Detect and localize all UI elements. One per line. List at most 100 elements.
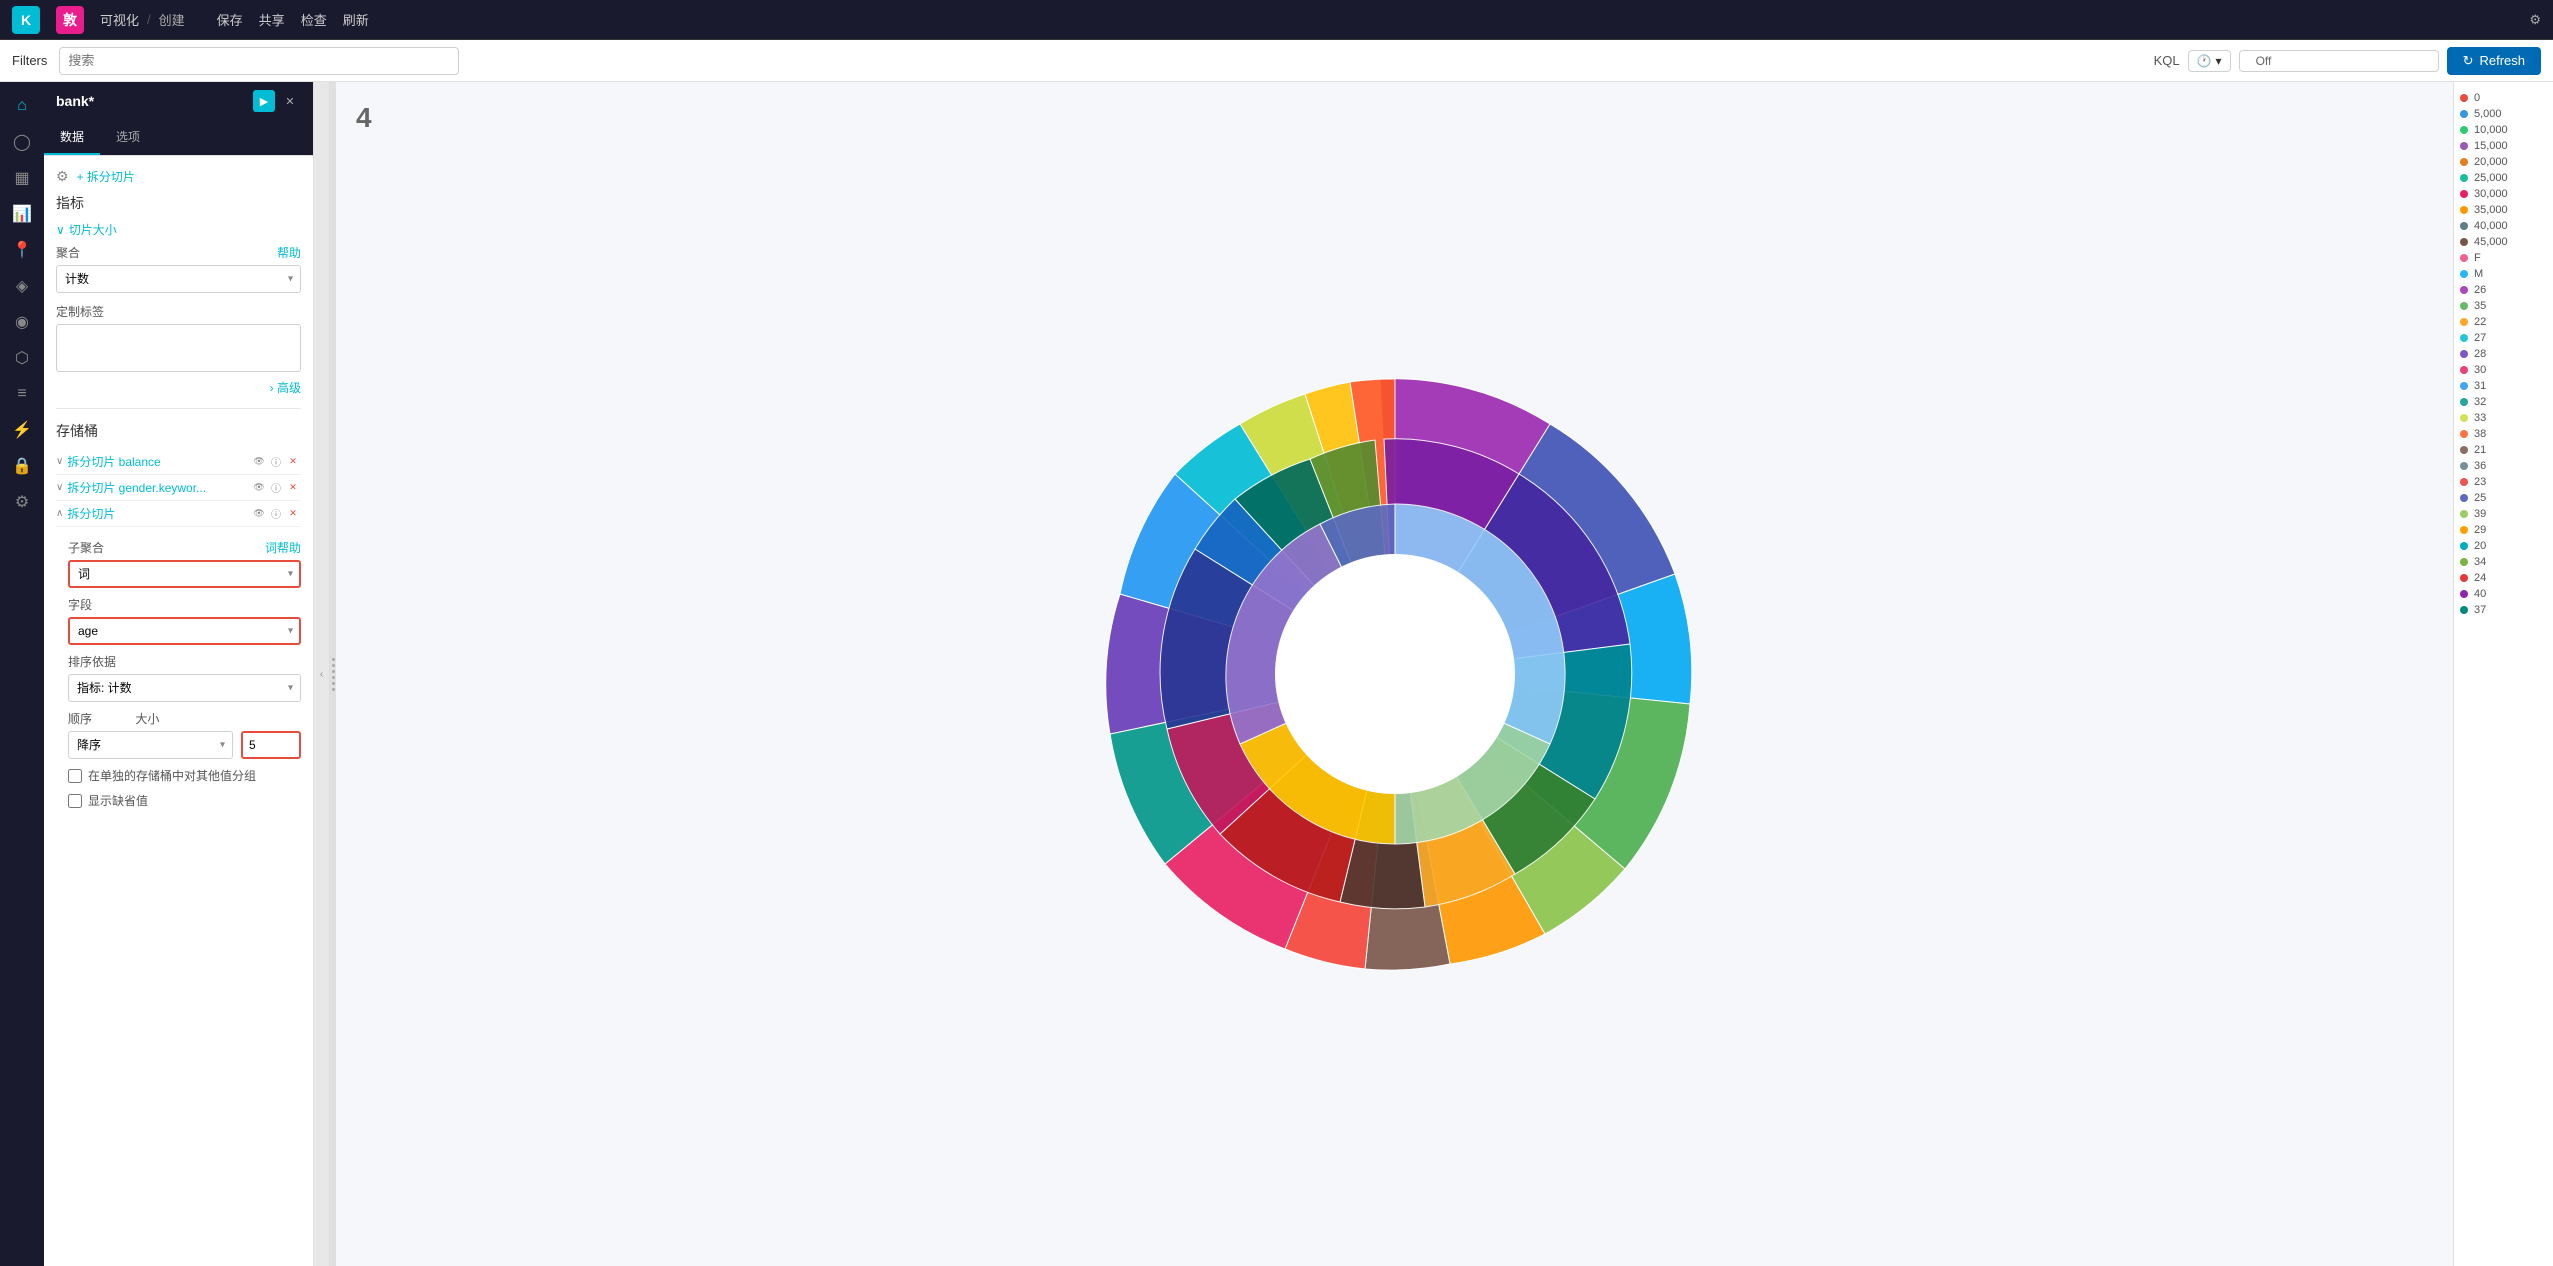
legend-dot xyxy=(2460,606,2468,614)
add-filter-link[interactable]: + 拆分切片 xyxy=(77,168,135,185)
legend-item: 39 xyxy=(2460,506,2547,522)
help-link[interactable]: 帮助 xyxy=(277,244,301,261)
legend-dot xyxy=(2460,254,2468,262)
bucket-item-3: ∧ 拆分切片 👁 ⓘ ✕ xyxy=(56,501,301,527)
sidebar-icon-apm[interactable]: ⬡ xyxy=(6,342,38,374)
bucket3-eye-icon[interactable]: 👁 xyxy=(251,506,267,522)
sidebar-icon-management[interactable]: ⚙ xyxy=(6,486,38,518)
bucket-item-2: ∨ 拆分切片 gender.keywor... 👁 ⓘ ✕ xyxy=(56,475,301,501)
legend-item: 30 xyxy=(2460,362,2547,378)
bucket1-eye-icon[interactable]: 👁 xyxy=(251,454,267,470)
panel-content: ⚙ + 拆分切片 指标 ∨ 切片大小 聚合 帮助 计数 定制标签 xyxy=(44,156,313,1266)
sub-agg-help[interactable]: 词帮助 xyxy=(265,539,301,556)
gear-icon[interactable]: ⚙ xyxy=(56,168,69,185)
time-picker[interactable]: 🕐 ▾ xyxy=(2188,50,2231,72)
legend-dot xyxy=(2460,430,2468,438)
advanced-link[interactable]: › 高级 xyxy=(56,379,301,396)
collapse-arrow-icon: ‹ xyxy=(320,669,323,680)
legend-item: 28 xyxy=(2460,346,2547,362)
bucket3-delete-icon[interactable]: ✕ xyxy=(285,506,301,522)
collapse-handle[interactable]: ‹ xyxy=(314,82,330,1266)
sidebar-icon-visualize[interactable]: 📊 xyxy=(6,198,38,230)
bucket2-info-icon[interactable]: ⓘ xyxy=(271,480,281,496)
search-input[interactable] xyxy=(59,47,459,75)
legend-dot xyxy=(2460,382,2468,390)
order-select[interactable]: 降序 xyxy=(68,731,233,759)
buckets-section-title: 存储桶 xyxy=(56,421,301,441)
legend-item: 24 xyxy=(2460,570,2547,586)
aggregation-select-wrapper: 计数 xyxy=(56,265,301,293)
custom-label-section: 定制标签 xyxy=(56,303,301,375)
sub-agg-select-wrapper: 词 xyxy=(68,560,301,588)
legend-item: 25,000 xyxy=(2460,170,2547,186)
bucket1-info-icon[interactable]: ⓘ xyxy=(271,454,281,470)
bucket1-chevron[interactable]: ∨ xyxy=(56,456,63,467)
kql-section: KQL 🕐 ▾ Off ↻ Refresh xyxy=(2154,47,2541,75)
legend-item: 35 xyxy=(2460,298,2547,314)
size-input[interactable] xyxy=(241,731,301,759)
tab-data[interactable]: 数据 xyxy=(44,120,100,155)
sidebar-icon-logs[interactable]: ≡ xyxy=(6,378,38,410)
bucket3-chevron[interactable]: ∧ xyxy=(56,508,63,519)
legend-dot xyxy=(2460,478,2468,486)
inspect-button[interactable]: 检查 xyxy=(301,10,327,29)
settings-row: ⚙ + 拆分切片 xyxy=(56,168,301,193)
legend-item: 20,000 xyxy=(2460,154,2547,170)
custom-label-input[interactable] xyxy=(56,324,301,372)
run-button[interactable]: ▶ xyxy=(253,90,275,112)
sidebar-icon-home[interactable]: ⌂ xyxy=(6,90,38,122)
sub-agg-label: 子聚合 xyxy=(68,539,104,556)
bucket2-label[interactable]: 拆分切片 gender.keywor... xyxy=(67,479,206,496)
bucket2-chevron[interactable]: ∨ xyxy=(56,482,63,493)
legend-dot xyxy=(2460,190,2468,198)
bucket2-eye-icon[interactable]: 👁 xyxy=(251,480,267,496)
sidebar-icon-ml[interactable]: ◈ xyxy=(6,270,38,302)
legend-dot xyxy=(2460,510,2468,518)
show-missing-checkbox[interactable] xyxy=(68,794,82,808)
tab-options[interactable]: 选项 xyxy=(100,120,156,155)
bucket-item-1: ∨ 拆分切片 balance 👁 ⓘ ✕ xyxy=(56,449,301,475)
bucket3-label[interactable]: 拆分切片 xyxy=(67,505,115,522)
sort-select-wrapper: 指标: 计数 xyxy=(68,674,301,702)
legend-dot xyxy=(2460,206,2468,214)
kql-label: KQL xyxy=(2154,53,2180,68)
bucket2-delete-icon[interactable]: ✕ xyxy=(285,480,301,496)
refresh-icon: ↻ xyxy=(2463,53,2474,69)
sort-select[interactable]: 指标: 计数 xyxy=(68,674,301,702)
legend-dot xyxy=(2460,238,2468,246)
checkbox1-row: 在单独的存储桶中对其他值分组 xyxy=(68,767,301,784)
sidebar-icon-security[interactable]: 🔒 xyxy=(6,450,38,482)
slice-size-subsection: ∨ 切片大小 xyxy=(56,221,301,238)
sub-agg-select[interactable]: 词 xyxy=(68,560,301,588)
save-button[interactable]: 保存 xyxy=(217,10,243,29)
sidebar-icon-infra[interactable]: ⚡ xyxy=(6,414,38,446)
auto-refresh-badge[interactable]: Off xyxy=(2239,50,2439,72)
close-panel-button[interactable]: ✕ xyxy=(279,90,301,112)
sub-agg-section: 子聚合 词帮助 词 字段 age 排序依据 指标: 计 xyxy=(56,539,301,809)
bucket1-label[interactable]: 拆分切片 balance xyxy=(67,453,160,470)
bucket2-icons: 👁 ⓘ ✕ xyxy=(251,480,301,496)
group-other-checkbox[interactable] xyxy=(68,769,82,783)
bucket3-info-icon[interactable]: ⓘ xyxy=(271,506,281,522)
legend-dot xyxy=(2460,302,2468,310)
legend-item: 32 xyxy=(2460,394,2547,410)
sidebar-icon-maps[interactable]: 📍 xyxy=(6,234,38,266)
filters-label: Filters xyxy=(12,53,47,68)
legend-dot xyxy=(2460,94,2468,102)
aggregation-select[interactable]: 计数 xyxy=(56,265,301,293)
nav-actions: 保存 共享 检查 刷新 xyxy=(217,10,369,29)
sidebar-icon-dashboard[interactable]: ▦ xyxy=(6,162,38,194)
legend-dot xyxy=(2460,590,2468,598)
settings-icon[interactable]: ⚙ xyxy=(2529,12,2541,28)
bucket1-delete-icon[interactable]: ✕ xyxy=(285,454,301,470)
legend-item: 27 xyxy=(2460,330,2547,346)
legend-item: 10,000 xyxy=(2460,122,2547,138)
sidebar-icon-search[interactable]: ◯ xyxy=(6,126,38,158)
refresh-button[interactable]: ↻ Refresh xyxy=(2447,47,2541,75)
field-select[interactable]: age xyxy=(68,617,301,645)
sidebar-icon-graph[interactable]: ◉ xyxy=(6,306,38,338)
legend-item: 25 xyxy=(2460,490,2547,506)
top-bar: K 敦 可视化 / 创建 保存 共享 检查 刷新 ⚙ xyxy=(0,0,2553,40)
share-button[interactable]: 共享 xyxy=(259,10,285,29)
refresh-nav-button[interactable]: 刷新 xyxy=(343,10,369,29)
